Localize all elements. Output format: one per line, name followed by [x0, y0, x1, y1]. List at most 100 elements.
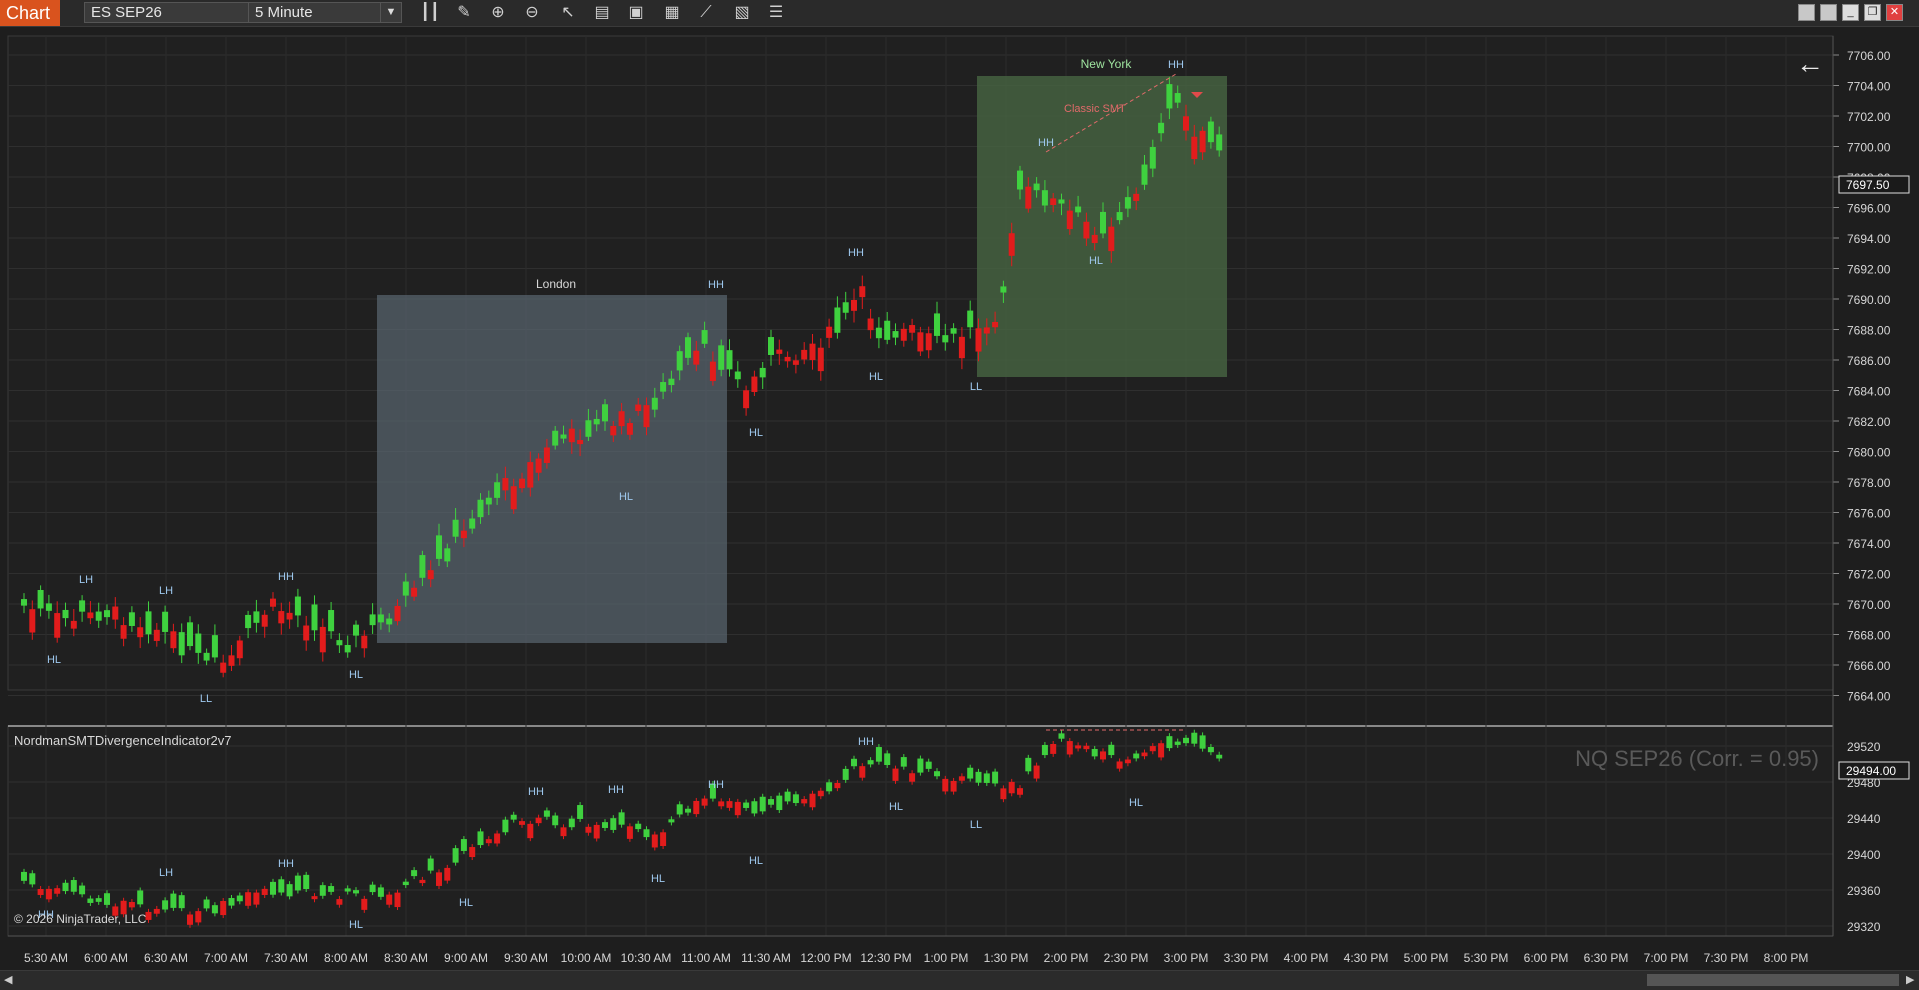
candle [369, 614, 376, 626]
indicator-swing-label: HL [749, 855, 763, 867]
candle [602, 404, 608, 422]
indicator-candle [975, 771, 982, 783]
indicator-candle [1008, 781, 1015, 794]
indicators-icon[interactable]: ⟋ [694, 2, 718, 24]
pointer-icon[interactable]: ↖ [556, 2, 580, 24]
candle [635, 404, 642, 412]
indicator-candle [70, 880, 77, 892]
indicator-candle [660, 832, 667, 847]
time-axis-label: 12:00 PM [800, 951, 851, 965]
candle [502, 478, 509, 491]
restore-icon[interactable] [1820, 4, 1837, 21]
candle [21, 599, 27, 606]
price-axis-label: 7704.00 [1847, 80, 1891, 94]
indicator-candle [137, 890, 144, 905]
indicator-candle [626, 826, 633, 839]
interval-selector[interactable]: 5 Minute ▼ [248, 2, 402, 23]
candle [1058, 199, 1065, 204]
time-axis-label: 1:00 PM [924, 951, 969, 965]
indicator-candle [228, 898, 235, 906]
indicator-candle [153, 908, 160, 914]
price-chart[interactable]: 7706.007704.007702.007700.007698.007696.… [0, 26, 1919, 970]
price-axis-label: 7694.00 [1847, 232, 1891, 246]
back-arrow-icon[interactable]: ← [1796, 48, 1824, 80]
candle [394, 605, 401, 622]
menu-icon[interactable]: ☰ [764, 2, 788, 24]
indicator-candle [311, 896, 318, 900]
candle [386, 618, 393, 625]
indicator-candle [1091, 748, 1098, 757]
scroll-left-icon[interactable]: ◀ [4, 973, 12, 986]
candle [543, 447, 550, 463]
indicator-candle [37, 889, 44, 895]
indicator-candle [867, 760, 874, 765]
zoom-in-icon[interactable]: ⊕ [486, 2, 510, 24]
candle [477, 499, 484, 518]
candle [909, 325, 916, 333]
bar-chart-icon[interactable]: ┃┃ [418, 2, 442, 24]
candle [801, 349, 808, 360]
indicator-swing-label: HH [708, 779, 724, 791]
data-box-icon[interactable]: ▧ [730, 2, 754, 24]
candle [519, 478, 525, 489]
indicator-candle [759, 796, 766, 812]
indicator-swing-label: HL [349, 919, 363, 931]
candle [585, 420, 592, 437]
indicator-candle [1149, 746, 1156, 752]
indicator-candle [45, 888, 52, 900]
indicator-swing-label: HH [858, 736, 874, 748]
instrument-selector[interactable]: ES SEP26 ▼ [84, 2, 272, 23]
candle [485, 497, 492, 505]
time-axis-label: 11:00 AM [681, 951, 731, 965]
candle [1025, 186, 1032, 209]
strategies-icon[interactable]: ▦ [660, 2, 684, 24]
horizontal-scrollbar[interactable]: ◀ ▶ [0, 970, 1919, 990]
indicator-candle [676, 804, 683, 815]
indicator-axis-label: 29320 [1847, 920, 1881, 934]
indicator-current-price: 29494.00 [1846, 764, 1896, 778]
scroll-right-icon[interactable]: ▶ [1906, 973, 1914, 986]
candle [45, 603, 52, 611]
indicator-swing-label: HL [889, 801, 903, 813]
indicator-candle [369, 884, 376, 893]
candle [228, 655, 235, 666]
maximize-icon[interactable]: ❐ [1864, 4, 1881, 21]
scrollbar-thumb[interactable] [1647, 974, 1899, 986]
candle [685, 337, 691, 358]
indicator-candle [651, 834, 658, 848]
indicator-candle [900, 757, 907, 767]
candle [709, 361, 716, 382]
swing-label: HL [1089, 255, 1103, 267]
london-label: London [536, 277, 576, 291]
minimize-icon[interactable]: _ [1842, 4, 1859, 21]
indicator-candle [419, 879, 426, 884]
candle [875, 327, 882, 339]
indicator-swing-label: HH [608, 784, 624, 796]
indicator-candle [1083, 745, 1090, 750]
swing-label: HL [869, 371, 883, 383]
chevron-down-icon[interactable]: ▼ [380, 3, 401, 22]
indicator-candle [1050, 743, 1057, 754]
chart-tab[interactable]: Chart [0, 0, 60, 26]
indicator-candle [950, 780, 957, 792]
indicator-candle [909, 773, 916, 782]
candle [270, 598, 276, 607]
pencil-icon[interactable]: ✎ [452, 2, 476, 24]
time-axis-label: 5:00 PM [1404, 951, 1449, 965]
indicator-candle [79, 885, 86, 895]
restore-icon[interactable] [1798, 4, 1815, 21]
indicator-candle [178, 895, 185, 909]
indicator-candle [992, 771, 999, 784]
main-panel [7, 35, 1834, 691]
zoom-out-icon[interactable]: ⊖ [520, 2, 544, 24]
candle [983, 327, 990, 334]
properties-icon[interactable]: ▤ [590, 2, 614, 24]
indicator-candle [809, 793, 816, 808]
template-icon[interactable]: ▣ [624, 2, 648, 24]
indicator-candle [618, 812, 625, 825]
indicator-swing-label: HH [528, 786, 544, 798]
candle [1183, 116, 1189, 131]
close-icon[interactable]: ✕ [1886, 4, 1903, 21]
candle [253, 611, 260, 623]
candle [1199, 130, 1206, 153]
